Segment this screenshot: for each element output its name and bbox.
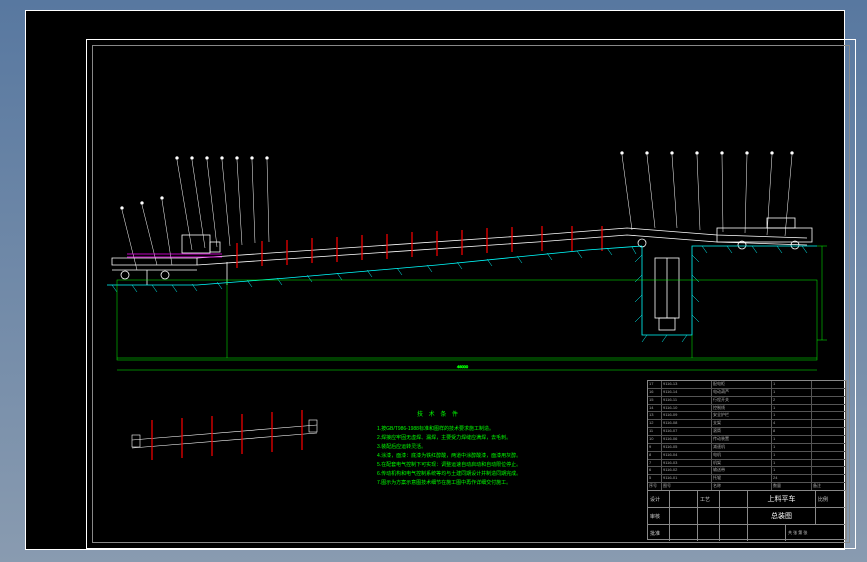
section-detail [132, 410, 317, 460]
bom-table: 179116-13配电柜1 169116-14电动葫芦1 159116-11行程… [648, 381, 846, 491]
note-line: 5.在配套电气控制下可实现：调整运速自动启动和自动限位停止。 [377, 461, 657, 470]
track-magenta [127, 254, 222, 257]
note-line: 6.传动机构和电气控制系统等均与土建同期设计并制造同期完成。 [377, 470, 657, 479]
note-line: 1.按GB/T986-1988标准和图样的技术要求施工制造。 [377, 425, 657, 434]
bom-row: 159116-11行程开关2 [648, 397, 846, 405]
note-line: 7.图示为方案示意图技术细节在施工图中再作详细交付施工。 [377, 479, 657, 488]
idlers [237, 226, 602, 268]
bom-row: 119116-07滚筒8 [648, 428, 846, 436]
dim-width: 48000 [457, 364, 469, 369]
bom-row: 79116-03机架1 [648, 460, 846, 468]
bom-row: 109116-06传动装置1 [648, 436, 846, 444]
note-line: 2.焊接应牢固无虚焊、漏焊，主要受力焊缝应满焊，去毛刺。 [377, 434, 657, 443]
bom-header: 序号图号名称数量备注 [648, 483, 846, 490]
bom-row: 129116-08支架4 [648, 420, 846, 428]
bom-row: 89116-04电机1 [648, 452, 846, 460]
bom-row: 139116-09安全护栏1 [648, 412, 846, 420]
title-block-lower: 设计 工艺 上料平车 比例 审核 总装图 批准 共 张 第 张 [648, 491, 846, 541]
bom-row: 99116-05减速机1 [648, 444, 846, 452]
bom-row: 149116-10控制线1 [648, 405, 846, 413]
drawing-frame: 48000 技 术 条 件 1.按 [86, 39, 856, 549]
bom-row: 59116-01托辊24 [648, 475, 846, 483]
callouts-right [621, 152, 794, 237]
drawing-title: 总装图 [748, 508, 816, 524]
notes-title: 技 术 条 件 [417, 410, 657, 421]
project-name: 上料平车 [748, 491, 816, 507]
ground [107, 246, 817, 342]
bom-row: 169116-14电动葫芦1 [648, 389, 846, 397]
cad-canvas: 48000 技 术 条 件 1.按 [25, 10, 845, 550]
bom-row: 179116-13配电柜1 [648, 381, 846, 389]
title-block: 179116-13配电柜1 169116-14电动葫芦1 159116-11行程… [647, 380, 847, 540]
note-line: 3.装配后应运转灵活。 [377, 443, 657, 452]
note-line: 4.涂漆，面漆：底漆为铁红醇酸，两道中涂醇酸漆，面漆用灰醇。 [377, 452, 657, 461]
bom-row: 69116-02输送带1 [648, 467, 846, 475]
technical-notes: 技 术 条 件 1.按GB/T986-1988标准和图样的技术要求施工制造。 2… [377, 410, 657, 488]
dimensions: 48000 [117, 246, 827, 370]
